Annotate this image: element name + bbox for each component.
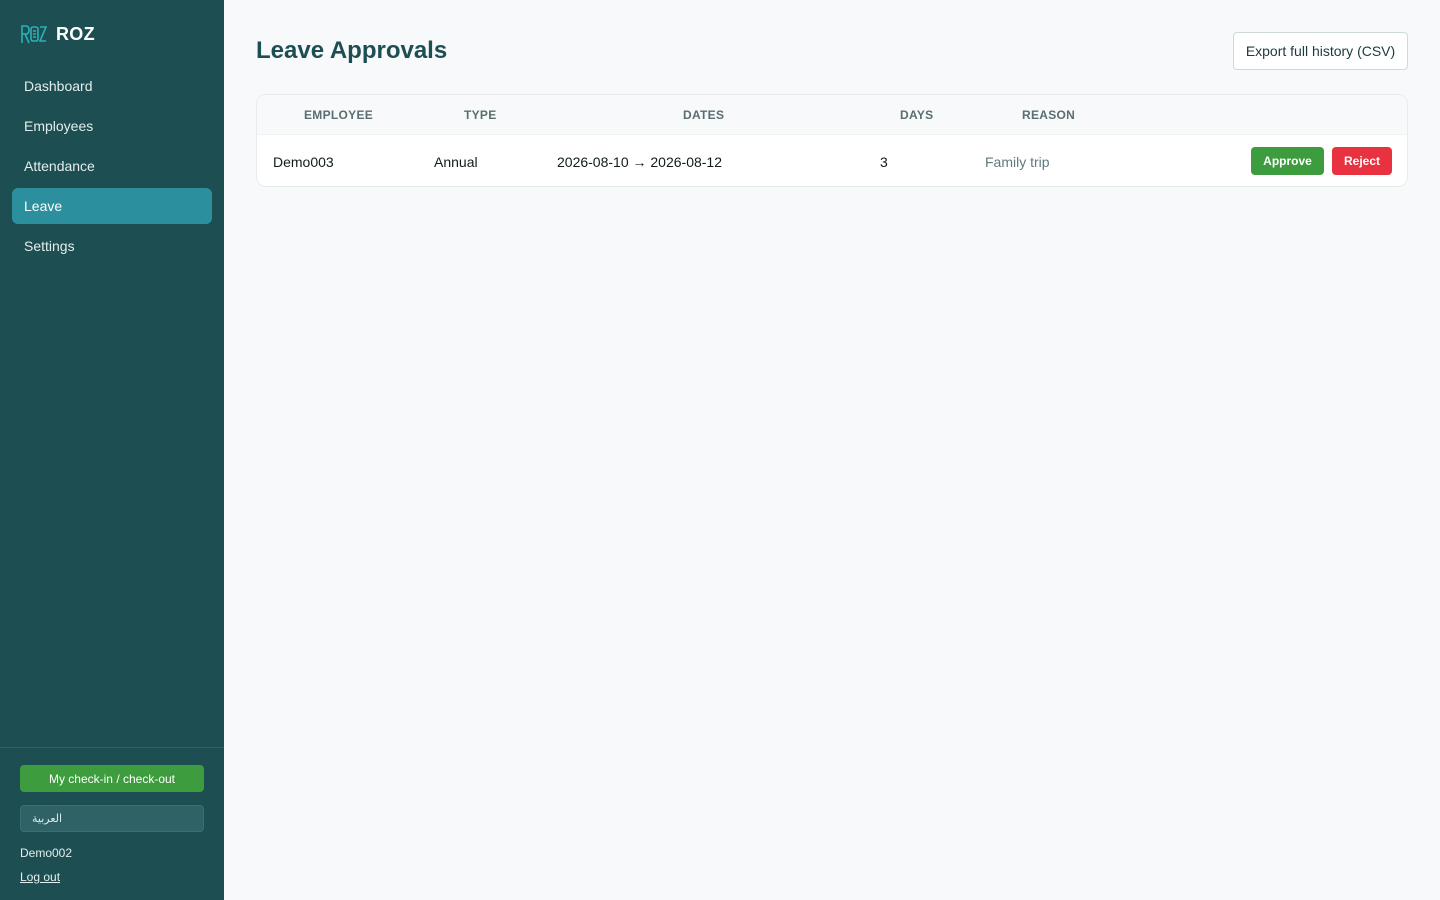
page-title: Leave Approvals [256, 37, 448, 64]
cell-employee: Demo003 [273, 154, 334, 170]
sidebar-item-leave[interactable]: Leave [12, 188, 212, 224]
reject-button[interactable]: Reject [1332, 147, 1392, 175]
column-header-dates: Dates [683, 108, 725, 122]
sidebar-item-label: Leave [24, 198, 63, 214]
current-user-name: Demo002 [20, 846, 73, 860]
cell-type: Annual [434, 154, 478, 170]
cell-days: 3 [880, 154, 888, 170]
sidebar-item-label: Settings [24, 238, 75, 254]
column-header-type: Type [464, 108, 497, 122]
sidebar-footer: My check-in / check-out العربية Demo002 … [0, 747, 224, 900]
logout-link[interactable]: Log out [20, 870, 60, 884]
export-csv-button[interactable]: Export full history (CSV) [1233, 32, 1408, 70]
brand-name: ROZ [56, 23, 95, 44]
column-header-employee: Employee [304, 108, 374, 122]
approve-button[interactable]: Approve [1251, 147, 1324, 175]
checkin-checkout-button[interactable]: My check-in / check-out [20, 765, 204, 792]
sidebar-item-dashboard[interactable]: Dashboard [12, 68, 212, 104]
sidebar-item-employees[interactable]: Employees [12, 108, 212, 144]
cell-reason: Family trip [985, 154, 1050, 170]
sidebar-nav: Dashboard Employees Attendance Leave Set… [12, 68, 212, 268]
cell-dates: 2026-08-10 → 2026-08-12 [557, 154, 723, 170]
leave-requests-table: Employee Type Dates Days Reason Demo003 … [256, 94, 1408, 187]
column-header-days: Days [900, 108, 934, 122]
main-content: Leave Approvals Export full history (CSV… [224, 0, 1440, 900]
column-header-reason: Reason [1022, 108, 1076, 122]
sidebar-item-settings[interactable]: Settings [12, 228, 212, 264]
sidebar: ROZ Dashboard Employees Attendance Leave… [0, 0, 224, 900]
sidebar-item-label: Dashboard [24, 78, 93, 94]
language-select[interactable]: العربية [20, 805, 204, 832]
table-row: Demo003 Annual 2026-08-10 → 2026-08-12 3… [257, 135, 1407, 186]
brand[interactable]: ROZ [20, 23, 95, 45]
sidebar-item-label: Attendance [24, 158, 95, 174]
sidebar-item-attendance[interactable]: Attendance [12, 148, 212, 184]
sidebar-item-label: Employees [24, 118, 94, 134]
roz-logo-icon [21, 25, 48, 44]
table-header: Employee Type Dates Days Reason [257, 95, 1407, 135]
